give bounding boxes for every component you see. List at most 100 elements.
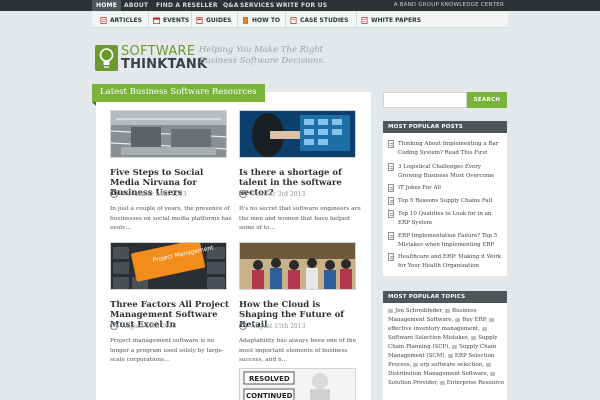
cat-case-studies[interactable]: CASE STUDIES xyxy=(285,12,352,28)
article-date: October 3rd 2013 xyxy=(239,190,305,198)
popular-posts-widget: MOST POPULAR POSTS Thinking About Implem… xyxy=(383,121,507,276)
popular-post-link[interactable]: Thinking About Implementing a Bar Coding… xyxy=(398,141,498,156)
document-icon xyxy=(100,16,107,24)
popular-post-item[interactable]: Top 5 Reasons Supply Chains Fail xyxy=(388,197,505,206)
topic-label[interactable]: effective inventory management, xyxy=(388,326,480,332)
retail-photo-icon xyxy=(240,243,355,289)
article-excerpt: Adaptability has always been one of the … xyxy=(239,338,357,363)
article-excerpt: In just a couple of years, the presence … xyxy=(110,206,232,231)
nav-write-for-us[interactable]: WRITE FOR US xyxy=(272,1,331,10)
clock-icon xyxy=(110,190,118,198)
case-icon xyxy=(290,16,297,24)
popular-post-link[interactable]: Top 10 Qualities to Look for in an ERP S… xyxy=(398,211,491,226)
document-icon xyxy=(388,232,394,240)
article-thumbnail-keyboard[interactable]: Project Management xyxy=(110,242,227,290)
popular-post-item[interactable]: IT Jokes For All xyxy=(388,184,505,193)
cat-how-to[interactable]: HOW TO xyxy=(237,12,284,28)
document-icon xyxy=(388,210,394,218)
topic-tag[interactable]: Buy ERP, xyxy=(455,317,487,323)
article-date-text: October 3rd 2013 xyxy=(251,190,306,198)
article-date-text: August 15th 2013 xyxy=(251,322,306,330)
sign-continued: CONTINUED xyxy=(246,392,293,400)
tag-icon xyxy=(485,362,491,367)
topic-label[interactable]: erp software selection, xyxy=(420,362,484,368)
calendar-icon xyxy=(153,17,160,24)
topic-tag[interactable]: erp software selection, xyxy=(413,362,484,368)
lightbulb-logo-icon[interactable] xyxy=(95,45,118,71)
article-thumbnail-retail[interactable] xyxy=(239,242,356,290)
popular-post-link[interactable]: ERP Implementation Failure? Top 5 Mistak… xyxy=(398,233,497,248)
paper-icon xyxy=(361,16,368,24)
tag-icon xyxy=(444,308,450,313)
tag-icon xyxy=(451,344,457,349)
article-thumbnail-factory[interactable] xyxy=(110,110,227,158)
factory-photo-icon xyxy=(111,111,226,157)
cat-guides[interactable]: GUIDES xyxy=(191,12,235,28)
topic-label[interactable]: Jon Schreibfeder, xyxy=(395,308,443,314)
logo-text-thinktank[interactable]: THINKTANK xyxy=(121,57,207,72)
article-thumbnail-resolved[interactable]: RESOLVED CONTINUED xyxy=(239,368,356,400)
site-tagline: Helping You Make The Right Business Soft… xyxy=(199,45,326,66)
article-date: August 19th 2013 xyxy=(110,322,176,330)
cat-how-to-label: HOW TO xyxy=(252,16,281,24)
topic-label[interactable]: Software Selection Mistakes, xyxy=(388,335,470,341)
tag-icon xyxy=(447,353,453,358)
document-icon xyxy=(388,163,394,171)
clock-icon xyxy=(239,190,247,198)
topic-tag[interactable]: Jon Schreibfeder, xyxy=(388,308,443,314)
cat-white-papers-label: WHITE PAPERS xyxy=(371,16,422,24)
topic-label[interactable]: Distribution Management Software, xyxy=(388,371,489,377)
topic-label[interactable]: Solution Provider, xyxy=(388,380,438,386)
tag-icon xyxy=(413,362,419,367)
tag-icon xyxy=(490,371,496,376)
popular-post-item[interactable]: ERP Implementation Failure? Top 5 Mistak… xyxy=(388,232,505,249)
tag-icon xyxy=(488,317,494,322)
article-date: November 25th 2013 xyxy=(110,190,187,198)
popular-post-link[interactable]: 3 Logistical Challenges Every Growing Bu… xyxy=(398,164,494,179)
tag-icon xyxy=(471,335,477,340)
topic-tag[interactable]: Enterprise Resource xyxy=(439,380,504,386)
document-icon xyxy=(388,253,394,261)
resolved-photo-icon: RESOLVED CONTINUED xyxy=(240,369,355,400)
document-icon xyxy=(388,197,394,205)
popular-post-item[interactable]: 3 Logistical Challenges Every Growing Bu… xyxy=(388,163,505,180)
nav-home[interactable]: HOME xyxy=(92,0,121,11)
popular-topics-title: MOST POPULAR TOPICS xyxy=(383,291,507,303)
nav-find-reseller[interactable]: FIND A RESELLER xyxy=(152,1,222,10)
popular-posts-title: MOST POPULAR POSTS xyxy=(383,121,507,133)
popular-post-link[interactable]: Healthcare and ERP: Making it Work for Y… xyxy=(398,254,501,269)
search-input[interactable] xyxy=(383,92,467,108)
tag-icon xyxy=(481,326,487,331)
cat-articles-label: ARTICLES xyxy=(110,16,142,24)
popular-post-item[interactable]: Healthcare and ERP: Making it Work for Y… xyxy=(388,253,505,270)
popular-post-link[interactable]: Top 5 Reasons Supply Chains Fail xyxy=(398,198,492,204)
topic-label[interactable]: Buy ERP, xyxy=(462,317,487,323)
band-group-link[interactable]: A BAND GROUP KNOWLEDGE CENTER xyxy=(394,2,504,8)
clock-icon xyxy=(239,322,247,330)
main-content: Five Steps to Social Media Nirvana for B… xyxy=(96,92,371,400)
tag-icon xyxy=(388,308,393,313)
search-button[interactable]: SEARCH xyxy=(467,92,507,108)
article-excerpt: It's no secret that software engineers a… xyxy=(239,206,361,231)
popular-topics-widget: MOST POPULAR TOPICS Jon Schreibfeder, Bu… xyxy=(383,291,507,400)
cat-case-studies-label: CASE STUDIES xyxy=(300,16,349,24)
nav-about[interactable]: ABOUT xyxy=(120,1,152,10)
topic-label[interactable]: Enterprise Resource xyxy=(447,380,504,386)
tag-icon xyxy=(439,380,445,385)
popular-post-item[interactable]: Thinking About Implementing a Bar Coding… xyxy=(388,140,505,157)
tech-photo-icon xyxy=(240,111,355,157)
cat-articles[interactable]: ARTICLES xyxy=(96,12,146,28)
howto-icon xyxy=(243,16,248,24)
cat-white-papers[interactable]: WHITE PAPERS xyxy=(356,12,425,28)
cat-events[interactable]: EVENTS xyxy=(148,12,193,28)
cat-events-label: EVENTS xyxy=(163,16,190,24)
popular-post-item[interactable]: Top 10 Qualities to Look for in an ERP S… xyxy=(388,210,505,227)
popular-post-link[interactable]: IT Jokes For All xyxy=(398,185,441,191)
article-date: August 15th 2013 xyxy=(239,322,305,330)
top-nav-bar: HOME ABOUT FIND A RESELLER Q&A SERVICES … xyxy=(0,0,600,11)
clock-icon xyxy=(110,322,118,330)
article-thumbnail-tech[interactable] xyxy=(239,110,356,158)
article-date-text: August 19th 2013 xyxy=(122,322,177,330)
document-icon xyxy=(388,140,394,148)
article-date-text: November 25th 2013 xyxy=(122,190,187,198)
